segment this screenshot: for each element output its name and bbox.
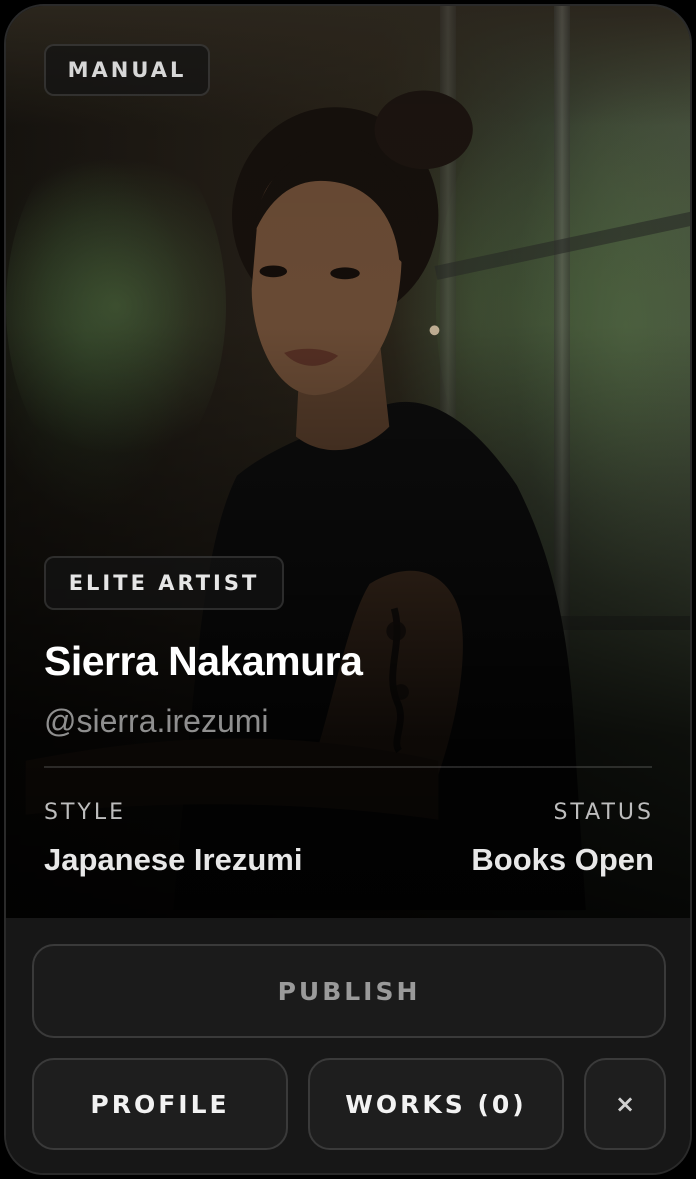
close-icon: × [614,1090,636,1118]
card-actions: PUBLISH PROFILE WORKS (0) × [6,918,690,1173]
artist-name: Sierra Nakamura [44,638,363,684]
style-value: Japanese Irezumi [44,842,303,877]
photo-overlay [6,6,690,918]
status-label: STATUS [553,800,654,825]
profile-button[interactable]: PROFILE [32,1058,288,1150]
artist-handle: @sierra.irezumi [44,703,269,739]
publish-button[interactable]: PUBLISH [32,944,666,1038]
artist-card: MANUAL ELITE ARTIST Sierra Nakamura @sie… [4,4,692,1175]
status-value: Books Open [471,842,654,877]
artist-photo [6,6,690,918]
manual-badge: MANUAL [44,44,210,96]
style-label: STYLE [44,800,126,825]
close-button[interactable]: × [584,1058,666,1150]
works-button[interactable]: WORKS (0) [308,1058,564,1150]
elite-artist-badge: ELITE ARTIST [44,556,284,610]
divider [44,766,652,768]
